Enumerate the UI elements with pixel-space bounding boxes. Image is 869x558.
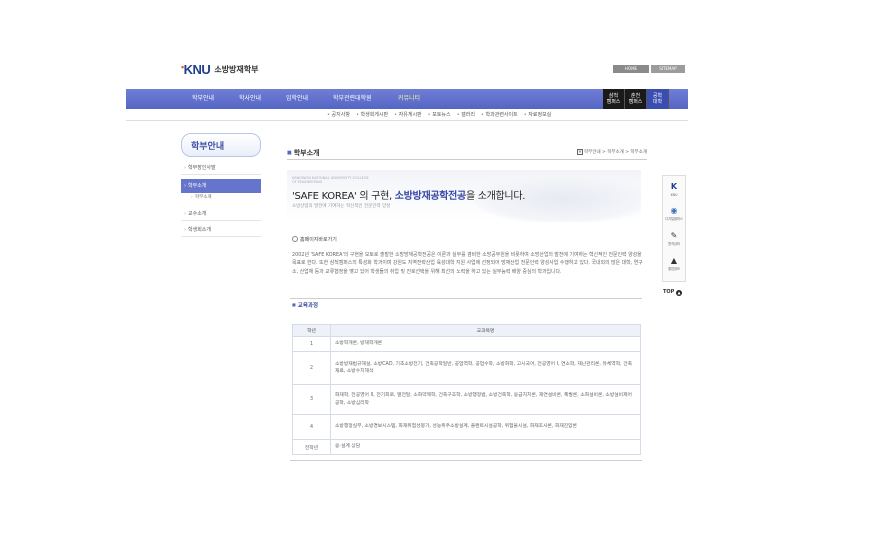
page-title: 학부소개 (287, 148, 320, 158)
sidebar-subitem-intro[interactable]: 학부소개 (181, 193, 261, 203)
engineering-college-button[interactable]: 공학 대학 (647, 89, 669, 109)
breadcrumb: H 학부안내 > 학부소개 > 학부소개 (577, 149, 647, 155)
subnav-gallery[interactable]: 갤러리 (457, 111, 475, 118)
divider (290, 298, 642, 299)
table-cell-year: 4 (292, 414, 331, 440)
utility-links: HOME SITEMAP (613, 65, 685, 73)
banner-headline: 'SAFE KOREA' 의 구현, 소방방재공학전공을 소개합니다. (292, 191, 526, 202)
table-cell-subjects: 화재학, 전공영어 II, 전기회로, 열전달, 소화약제학, 건축구조학, 소… (330, 384, 641, 415)
table-cell-year: 1 (292, 336, 331, 352)
sitemap-button[interactable]: SITEMAP (651, 65, 685, 73)
sidebar-item-student-council[interactable]: 학생회소개 (181, 223, 261, 237)
intro-banner: KANGWON NATIONAL UNIVERSITY COLLEGE OF E… (287, 170, 641, 222)
logo[interactable]: •KNU 소방방재학부 (181, 61, 259, 77)
graduation-cap-icon: ▲ (670, 256, 678, 265)
pen-icon: ✎ (670, 231, 678, 240)
campus-chuncheon-button[interactable]: 춘천 캠퍼스 (625, 89, 647, 109)
homepage-link[interactable]: 홈페이지바로가기 (292, 236, 337, 243)
quick-knu[interactable]: K KNU (663, 182, 685, 197)
subnav-archive[interactable]: 자료정보실 (524, 111, 551, 118)
nav-item-intro[interactable]: 학부안내 (192, 89, 214, 109)
table-cell-year: 3 (292, 384, 331, 415)
logo-subtitle: 소방방재학부 (214, 64, 259, 74)
campus-links: 삼척 캠퍼스 춘천 캠퍼스 공학 대학 (603, 89, 669, 109)
banner-description: 소방산업의 발전에 기여하는 혁신적인 전문인력 양성 (292, 204, 391, 209)
table-cell-subjects: 응·설계 상담 (330, 439, 641, 455)
table-header-year: 학년 (292, 324, 331, 337)
sidebar-item-faculty[interactable]: 교수소개 (181, 207, 261, 221)
table-cell-subjects: 소방방재법규해설, 소방CAD, 기초소방전기, 건축공학일반, 공업역학, 공… (330, 351, 641, 385)
nav-item-community[interactable]: 커뮤니티 (398, 89, 420, 109)
table-row: 2 소방방재법규해설, 소방CAD, 기초소방전기, 건축공학일반, 공업역학,… (292, 351, 641, 385)
nav-item-graduate[interactable]: 학부관련대학원 (333, 89, 372, 109)
table-row: 3 화재학, 전공영어 II, 전기회로, 열전달, 소화약제학, 건축구조학,… (292, 384, 641, 415)
subnav-related-sites[interactable]: 학과관련사이트 (481, 111, 518, 118)
sidebar: 학부장인사말 학부소개 학부소개 교수소개 학생회소개 (181, 161, 261, 237)
top-button[interactable]: TOP ▲ (663, 289, 683, 296)
table-cell-subjects: 소방학개론, 방재학개론 (330, 336, 641, 352)
logo-mark: •KNU (181, 61, 211, 77)
home-icon[interactable]: H (577, 149, 584, 155)
curriculum-table: 학년 교과목명 1 소방학개론, 방재학개론 2 소방방재법규해설, 소방CAD… (292, 324, 641, 455)
bottom-divider (290, 460, 642, 461)
table-header-subjects: 교과목명 (330, 324, 641, 337)
subnav-notice[interactable]: 공지사항 (327, 111, 350, 118)
sidebar-item-greeting[interactable]: 학부장인사말 (181, 161, 261, 175)
quick-menu: K KNU ◉ 디지털캠퍼스 ✎ 원격강좌 ▲ 졸업정보 (662, 175, 686, 282)
sub-nav: 공지사항 학생회게시판 자유게시판 포토뉴스 갤러리 학과관련사이트 자료정보실 (126, 109, 688, 121)
content-header: 학부소개 H학부안내 > 학부소개 > 학부소개 (287, 146, 647, 160)
table-cell-subjects: 소방행정실무, 소방경보시스템, 화재위험성평가, 성능위주소방설계, 플랜트시… (330, 414, 641, 440)
campus-samcheok-button[interactable]: 삼척 캠퍼스 (603, 89, 625, 109)
nav-item-academic[interactable]: 학사안내 (239, 89, 261, 109)
quick-digital-campus[interactable]: ◉ 디지털캠퍼스 (663, 206, 685, 221)
quick-remote-course[interactable]: ✎ 원격강좌 (663, 231, 685, 246)
table-cell-year: 2 (292, 351, 331, 385)
sidebar-title: 학부안내 (181, 133, 261, 157)
table-cell-year: 전학년 (292, 439, 331, 455)
nav-item-admission[interactable]: 입학안내 (286, 89, 308, 109)
intro-text: 2002년 'SAFE KOREA'의 구현을 모토로 출발한 소방방재공학전공… (292, 252, 643, 275)
subnav-free-board[interactable]: 자유게시판 (394, 111, 422, 118)
table-row: 4 소방행정실무, 소방경보시스템, 화재위험성평가, 성능위주소방설계, 플랜… (292, 414, 641, 440)
knu-logo-icon: K (670, 182, 678, 191)
table-row: 전학년 응·설계 상담 (292, 439, 641, 455)
home-button[interactable]: HOME (613, 65, 649, 73)
sidebar-title-label: 학부안내 (191, 142, 225, 152)
quick-graduate-info[interactable]: ▲ 졸업정보 (663, 256, 685, 271)
banner-university-label: KANGWON NATIONAL UNIVERSITY COLLEGE OF E… (292, 176, 369, 184)
arrow-up-icon: ▲ (676, 290, 683, 296)
table-row: 1 소방학개론, 방재학개론 (292, 336, 641, 352)
subnav-student-board[interactable]: 학생회게시판 (356, 111, 389, 118)
curriculum-title: 교육과정 (292, 301, 318, 309)
sidebar-item-intro[interactable]: 학부소개 (181, 179, 261, 193)
subnav-photo-news[interactable]: 포토뉴스 (428, 111, 450, 118)
globe-icon: ◉ (670, 206, 678, 215)
globe-icon (292, 236, 298, 242)
